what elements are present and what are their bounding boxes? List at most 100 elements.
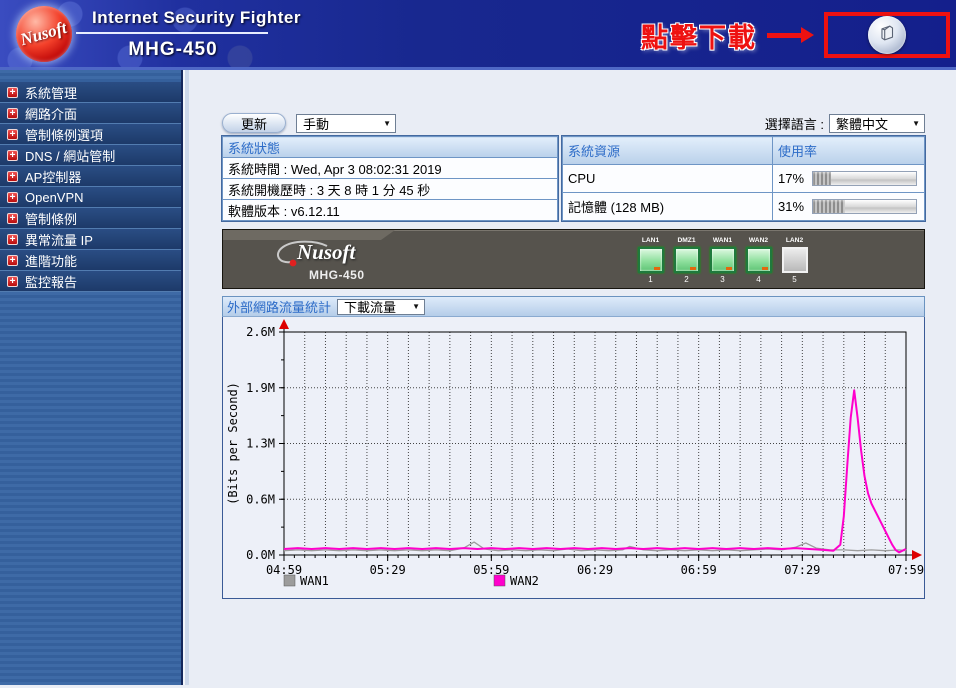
memory-usage-percent: 31% [778, 199, 805, 214]
tables-row: 系統狀態 系統時間 : Wed, Apr 3 08:02:31 2019 系統開… [221, 135, 926, 222]
sidebar-item-7[interactable]: + 管制條例 [0, 208, 182, 229]
sidebar-item-8[interactable]: + 異常流量 IP [0, 229, 182, 250]
svg-text:0.6M: 0.6M [246, 492, 275, 506]
header: Nusoft Internet Security Fighter MHG-450… [0, 0, 956, 70]
port-number: 3 [720, 275, 725, 284]
rj45-port-icon [673, 247, 700, 273]
language-value: 繁體中文 [836, 116, 889, 132]
model-title: MHG-450 [128, 39, 218, 60]
download-callout: 點擊下載 [641, 0, 950, 70]
refresh-mode-select[interactable]: 手動 ▼ [296, 113, 397, 133]
port-dmz1: DMZ1 2 [673, 237, 700, 284]
manual-book-icon [876, 22, 898, 49]
sidebar-item-5[interactable]: + AP控制器 [0, 166, 182, 187]
device-front-panel: Nusoft MHG-450 LAN1 1 DMZ1 2 WAN1 3 WAN2 4 LAN2 5 [222, 229, 925, 289]
sidebar-item-label: 管制條例選項 [25, 127, 104, 143]
rj45-port-icon [637, 247, 664, 273]
rj45-port-icon [781, 247, 808, 273]
plus-expand-icon: + [7, 233, 18, 245]
device-brand-text: Nusoft [297, 240, 356, 264]
port-number: 1 [648, 275, 653, 284]
sidebar-item-label: AP控制器 [25, 169, 82, 185]
traffic-chart-svg: 0.0M0.6M1.3M1.9M2.6M04:59 05:29 05:59 06:29… [226, 319, 924, 588]
sidebar-item-label: DNS / 網站管制 [25, 148, 116, 164]
language-select[interactable]: 繁體中文 ▼ [829, 113, 925, 133]
chevron-down-icon: ▼ [912, 118, 920, 128]
title-block: Internet Security Fighter MHG-450 [76, 6, 301, 61]
chevron-down-icon: ▼ [412, 302, 421, 311]
traffic-section-header: 外部網路流量統計 下載流量 ▼ [222, 296, 925, 317]
ethernet-ports: LAN1 1 DMZ1 2 WAN1 3 WAN2 4 LAN2 5 [637, 237, 808, 284]
nusoft-logo: Nusoft [16, 5, 72, 62]
plus-expand-icon: + [7, 191, 18, 203]
download-highlight-box [824, 12, 950, 58]
system-resource-table: 系統資源 使用率 CPU 17% 記憶體 (128 MB) 31% [561, 135, 926, 222]
chevron-down-icon: ▼ [383, 118, 392, 128]
plus-expand-icon: + [7, 86, 18, 98]
traffic-mode-select[interactable]: 下載流量 ▼ [337, 298, 426, 315]
resource-table-header: 系統資源 [562, 136, 773, 165]
cpu-usage-bar [812, 171, 917, 186]
sidebar-item-9[interactable]: + 進階功能 [0, 250, 182, 271]
main-content: 更新 手動 ▼ 選擇語言 : 繁體中文 ▼ 系統狀態 系統時間 : Wed, A… [189, 70, 956, 685]
plus-expand-icon: + [7, 212, 18, 224]
sidebar-item-label: 異常流量 IP [25, 232, 93, 248]
system-status-table: 系統狀態 系統時間 : Wed, Apr 3 08:02:31 2019 系統開… [221, 135, 559, 222]
port-wan1: WAN1 3 [709, 237, 736, 284]
download-hint-text: 點擊下載 [641, 22, 757, 53]
sidebar-item-6[interactable]: + OpenVPN [0, 187, 182, 208]
red-arrow-icon [767, 27, 814, 43]
plus-expand-icon: + [7, 170, 18, 182]
uptime-row: 系統開機歷時 : 3 天 8 時 1 分 45 秒 [222, 178, 558, 200]
system-time-row: 系統時間 : Wed, Apr 3 08:02:31 2019 [222, 157, 558, 179]
firmware-version-row: 軟體版本 : v6.12.11 [222, 199, 558, 221]
sidebar-item-label: OpenVPN [25, 189, 84, 205]
svg-text:(Bits per Second): (Bits per Second) [226, 382, 240, 505]
svg-text:2.6M: 2.6M [246, 325, 275, 339]
plus-expand-icon: + [7, 149, 18, 161]
port-label: LAN2 [785, 237, 804, 244]
refresh-button[interactable]: 更新 [222, 113, 287, 133]
sidebar-item-1[interactable]: + 系統管理 [0, 82, 182, 103]
traffic-chart: 0.0M 0.6M 1.3M 1.9M 2.6M 04:59 05:29 05:59 06:29… [222, 317, 925, 599]
sidebar-item-4[interactable]: + DNS / 網站管制 [0, 145, 182, 166]
sidebar: + 系統管理 + 網路介面 + 管制條例選項 + DNS / 網站管制 + AP控制器 + OpenV… [0, 70, 184, 685]
sidebar-item-3[interactable]: + 管制條例選項 [0, 124, 182, 145]
manual-download-button[interactable] [868, 16, 906, 54]
port-number: 5 [792, 275, 797, 284]
device-brand-logo: Nusoft [276, 238, 401, 272]
language-label: 選擇語言 : [764, 116, 824, 132]
cpu-label: CPU [562, 164, 773, 193]
status-table-header: 系統狀態 [222, 136, 558, 158]
sidebar-item-label: 監控報告 [25, 274, 78, 290]
rj45-port-icon [709, 247, 736, 273]
sidebar-item-label: 網路介面 [25, 106, 78, 122]
svg-text:07:59: 07:59 [888, 563, 924, 577]
plus-expand-icon: + [7, 254, 18, 266]
port-lan2: LAN2 5 [781, 237, 808, 284]
port-label: LAN1 [641, 237, 660, 244]
plus-expand-icon: + [7, 107, 18, 119]
port-lan1: LAN1 1 [637, 237, 664, 284]
nusoft-logo-text: Nusoft [18, 17, 70, 49]
cpu-usage-percent: 17% [778, 171, 805, 186]
svg-text:06:59: 06:59 [681, 563, 717, 577]
sidebar-item-2[interactable]: + 網路介面 [0, 103, 182, 124]
sidebar-item-label: 進階功能 [25, 253, 78, 269]
port-number: 4 [756, 275, 761, 284]
memory-label: 記憶體 (128 MB) [562, 192, 773, 221]
sidebar-item-label: 系統管理 [25, 85, 78, 101]
traffic-section: 外部網路流量統計 下載流量 ▼ 0.0M 0.6M 1.3M 1.9M 2.6M 04:5… [222, 296, 925, 599]
traffic-mode-value: 下載流量 [344, 300, 397, 315]
port-label: WAN1 [712, 237, 733, 244]
usage-table-header: 使用率 [772, 136, 925, 165]
port-label: DMZ1 [677, 237, 696, 244]
port-number: 2 [684, 275, 689, 284]
memory-usage-bar [812, 199, 917, 214]
title-divider [76, 32, 268, 34]
sidebar-item-10[interactable]: + 監控報告 [0, 271, 182, 292]
plus-expand-icon: + [7, 275, 18, 287]
sidebar-item-label: 管制條例 [25, 211, 78, 227]
port-wan2: WAN2 4 [745, 237, 772, 284]
svg-text:1.9M: 1.9M [246, 381, 275, 395]
